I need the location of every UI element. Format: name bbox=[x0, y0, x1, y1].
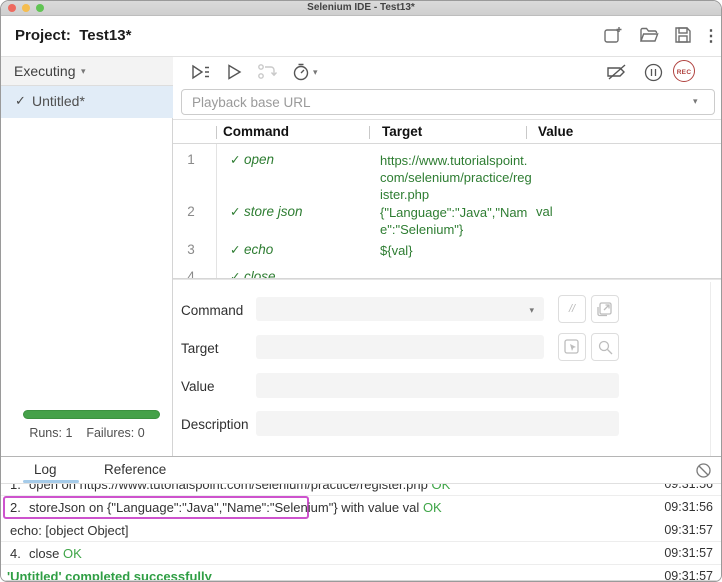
log-entry-number: 2. bbox=[10, 500, 21, 515]
command-caret-icon: ▾ bbox=[529, 305, 534, 315]
command-row-4[interactable]: 4 ✓ close bbox=[173, 265, 721, 279]
log-entry-number: 4. bbox=[10, 546, 21, 561]
command-edit-form: Command ▾ // Target Value Description bbox=[173, 279, 721, 581]
log-tabbar: Log Reference bbox=[1, 457, 721, 484]
log-message: echo: [object Object] bbox=[10, 523, 129, 538]
target-field[interactable] bbox=[256, 335, 544, 359]
test-passed-check-icon: ✓ bbox=[15, 93, 26, 108]
test-speed-button[interactable] bbox=[291, 62, 311, 82]
command-row-3[interactable]: 3 ✓ echo ${val} bbox=[173, 238, 721, 265]
project-title: Project: Test13* bbox=[15, 27, 131, 44]
target-cell: https://www.tutorialspoint.com/selenium/… bbox=[380, 153, 532, 202]
run-all-tests-button[interactable] bbox=[189, 62, 211, 82]
log-panel: 1. open on https://www.tutorialspoint.co… bbox=[1, 456, 721, 581]
target-column-header: Target bbox=[382, 124, 423, 139]
open-new-window-button[interactable] bbox=[591, 295, 619, 323]
command-passed-check-icon: ✓ bbox=[230, 205, 241, 219]
log-timestamp: 09:31:56 bbox=[664, 500, 713, 514]
log-ok-status: OK bbox=[62, 546, 82, 561]
main-panel: ▾ REC ▾ Command Target Value bbox=[173, 57, 721, 581]
command-row-2[interactable]: 2 ✓ store json {"Language":"Java","Name"… bbox=[173, 198, 721, 238]
log-ok-status: OK bbox=[422, 500, 442, 515]
record-button[interactable]: REC bbox=[673, 60, 695, 82]
log-entry-text: storeJson on {"Language":"Java","Name":"… bbox=[29, 500, 442, 515]
rec-label: REC bbox=[676, 69, 692, 76]
value-field-label: Value bbox=[181, 379, 215, 394]
command-row-1[interactable]: 1 ✓ open https://www.tutorialspoint.com/… bbox=[173, 144, 721, 202]
save-project-icon[interactable] bbox=[672, 24, 694, 46]
target-cell: ${val} bbox=[380, 243, 413, 258]
log-entry-text: close OK bbox=[29, 546, 82, 561]
pause-on-exceptions-button[interactable] bbox=[643, 62, 664, 83]
chevron-down-icon: ▾ bbox=[81, 66, 86, 76]
clear-log-icon[interactable] bbox=[695, 462, 712, 479]
tests-dropdown-label: Executing bbox=[14, 63, 76, 79]
select-target-button[interactable] bbox=[558, 333, 586, 361]
log-entry-3: echo: [object Object] 09:31:57 bbox=[1, 519, 721, 542]
active-tab-underline bbox=[23, 480, 79, 483]
log-timestamp: 09:31:57 bbox=[664, 523, 713, 537]
value-field[interactable] bbox=[256, 373, 619, 398]
log-entry-2: 2. storeJson on {"Language":"Java","Name… bbox=[1, 496, 721, 519]
command-cell: store json bbox=[244, 204, 303, 219]
command-column-header: Command bbox=[223, 124, 290, 139]
target-cell: {"Language":"Java","Name":"Selenium"} bbox=[380, 205, 528, 237]
playback-base-url-input[interactable] bbox=[181, 89, 715, 115]
description-field[interactable] bbox=[256, 411, 619, 436]
command-field-label: Command bbox=[181, 303, 244, 318]
command-passed-check-icon: ✓ bbox=[230, 270, 241, 279]
project-label: Project: bbox=[15, 27, 71, 44]
column-divider bbox=[526, 126, 527, 139]
row-number: 1 bbox=[187, 152, 195, 167]
toggle-comment-button[interactable]: // bbox=[558, 295, 586, 323]
command-cell: open bbox=[244, 152, 275, 167]
log-message: close bbox=[29, 546, 60, 561]
runs-count: Runs: 1 bbox=[29, 426, 73, 440]
log-entry-text: echo: [object Object] bbox=[10, 523, 129, 538]
row-number: 3 bbox=[187, 242, 195, 257]
value-cell: val bbox=[536, 204, 553, 219]
log-entry-4: 4. close OK 09:31:57 bbox=[1, 542, 721, 565]
log-timestamp: 09:31:57 bbox=[664, 546, 713, 560]
tests-dropdown[interactable]: Executing ▾ bbox=[1, 57, 173, 86]
failures-count: Failures: 0 bbox=[86, 426, 145, 440]
commands-table-header: Command Target Value bbox=[173, 119, 721, 144]
value-column-header: Value bbox=[538, 124, 574, 139]
project-header: Project: Test13* ⋮ bbox=[1, 16, 721, 57]
open-project-icon[interactable] bbox=[638, 24, 660, 46]
row-number: 4 bbox=[187, 269, 195, 279]
new-project-button[interactable] bbox=[602, 24, 624, 46]
commands-table: 1 ✓ open https://www.tutorialspoint.com/… bbox=[173, 144, 721, 279]
runs-failures-status: Runs: 1 Failures: 0 bbox=[1, 426, 173, 440]
titlebar: Selenium IDE - Test13* bbox=[1, 1, 721, 16]
window-title: Selenium IDE - Test13* bbox=[307, 2, 415, 13]
target-field-label: Target bbox=[181, 341, 219, 356]
sidebar-item-untitled[interactable]: ✓ Untitled* bbox=[1, 86, 173, 118]
column-divider bbox=[369, 126, 370, 139]
command-field[interactable]: ▾ bbox=[256, 297, 544, 321]
project-name: Test13* bbox=[79, 27, 132, 44]
search-target-icon[interactable] bbox=[591, 333, 619, 361]
command-passed-check-icon: ✓ bbox=[230, 243, 241, 257]
selenium-ide-window: Selenium IDE - Test13* Project: Test13* … bbox=[0, 0, 722, 582]
log-message: storeJson on {"Language":"Java","Name":"… bbox=[29, 500, 420, 515]
speed-caret-icon: ▾ bbox=[313, 67, 318, 77]
row-number: 2 bbox=[187, 204, 195, 219]
command-cell: close bbox=[244, 269, 276, 279]
playback-url-caret-icon: ▾ bbox=[693, 96, 698, 106]
run-current-test-button[interactable] bbox=[224, 62, 244, 82]
disable-breakpoints-button[interactable] bbox=[605, 62, 629, 82]
step-over-button[interactable] bbox=[256, 62, 278, 82]
comment-slashes: // bbox=[568, 303, 576, 315]
column-divider bbox=[216, 126, 217, 139]
kebab-menu-icon[interactable]: ⋮ bbox=[703, 26, 721, 48]
command-passed-check-icon: ✓ bbox=[230, 153, 241, 167]
test-name: Untitled* bbox=[32, 93, 85, 109]
test-progress-bar bbox=[23, 410, 160, 419]
tab-log[interactable]: Log bbox=[34, 462, 57, 477]
tab-reference[interactable]: Reference bbox=[104, 462, 166, 477]
command-cell: echo bbox=[244, 242, 274, 257]
tests-sidebar: Executing ▾ ✓ Untitled* Runs: 1 Failures… bbox=[1, 57, 173, 456]
description-field-label: Description bbox=[181, 417, 249, 432]
